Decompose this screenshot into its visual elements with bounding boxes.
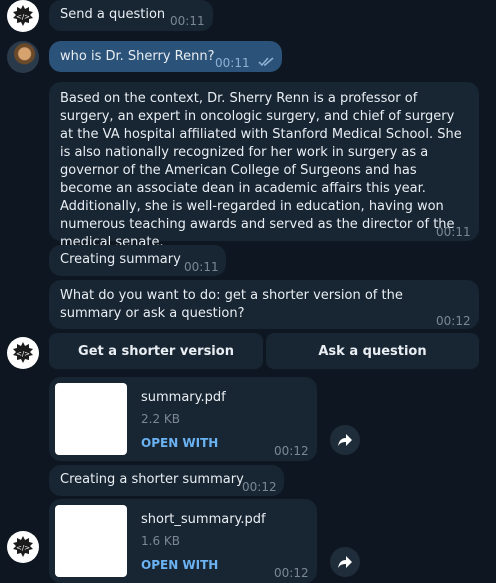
message-bubble: Creating summary 00:11 — [49, 245, 226, 276]
file-size: 2.2 KB — [141, 412, 180, 426]
bot-avatar[interactable]: </> — [7, 0, 39, 32]
file-name: summary.pdf — [141, 390, 226, 405]
bot-avatar-icon: </> — [13, 342, 33, 363]
file-thumbnail[interactable] — [55, 383, 127, 455]
message-time: 00:11 — [184, 260, 219, 274]
user-avatar[interactable] — [7, 41, 39, 73]
svg-text:</>: </> — [16, 544, 30, 552]
message-time: 00:11 — [436, 225, 471, 239]
file-size: 1.6 KB — [141, 534, 180, 548]
message-time: 00:12 — [436, 314, 471, 328]
message-time: 00:11 — [215, 56, 250, 70]
message-time: 00:12 — [274, 444, 309, 458]
share-arrow-icon — [338, 556, 352, 568]
message-time: 00:11 — [170, 14, 205, 28]
open-with-link[interactable]: OPEN WITH — [141, 556, 218, 574]
message-bubble: Send a question 00:11 — [49, 0, 213, 31]
file-message: summary.pdf 2.2 KB OPEN WITH 00:12 — [49, 377, 317, 461]
file-name: short_summary.pdf — [141, 512, 266, 527]
share-arrow-icon — [338, 434, 352, 446]
message-bubble: What do you want to do: get a shorter ve… — [49, 280, 479, 329]
message-time: 00:12 — [242, 480, 277, 494]
get-shorter-version-button[interactable]: Get a shorter version — [49, 333, 263, 369]
message-text: What do you want to do: get a shorter ve… — [60, 288, 403, 321]
bot-avatar[interactable]: </> — [7, 531, 39, 563]
open-with-link[interactable]: OPEN WITH — [141, 434, 218, 452]
message-text: who is Dr. Sherry Renn? — [60, 49, 215, 64]
message-text: Send a question — [60, 7, 166, 22]
message-bubble: Based on the context, Dr. Sherry Renn is… — [49, 82, 479, 250]
message-text: Creating summary — [60, 252, 181, 267]
ask-question-button[interactable]: Ask a question — [266, 333, 479, 369]
file-message: short_summary.pdf 1.6 KB OPEN WITH 00:12 — [49, 499, 317, 583]
share-button[interactable] — [330, 425, 360, 455]
message-text: Creating a shorter summary — [60, 472, 244, 487]
bot-avatar[interactable]: </> — [7, 337, 39, 369]
share-button[interactable] — [330, 547, 360, 577]
svg-text:</>: </> — [16, 13, 30, 21]
file-thumbnail[interactable] — [55, 505, 127, 577]
message-time: 00:12 — [274, 566, 309, 580]
message-bubble: Creating a shorter summary 00:12 — [49, 465, 284, 496]
double-check-icon — [258, 57, 274, 67]
bot-avatar-icon: </> — [13, 5, 33, 26]
svg-text:</>: </> — [16, 350, 30, 358]
message-text: Based on the context, Dr. Sherry Renn is… — [60, 91, 462, 250]
bot-avatar-icon: </> — [13, 536, 33, 557]
outgoing-message-bubble: who is Dr. Sherry Renn? 00:11 — [49, 41, 282, 72]
